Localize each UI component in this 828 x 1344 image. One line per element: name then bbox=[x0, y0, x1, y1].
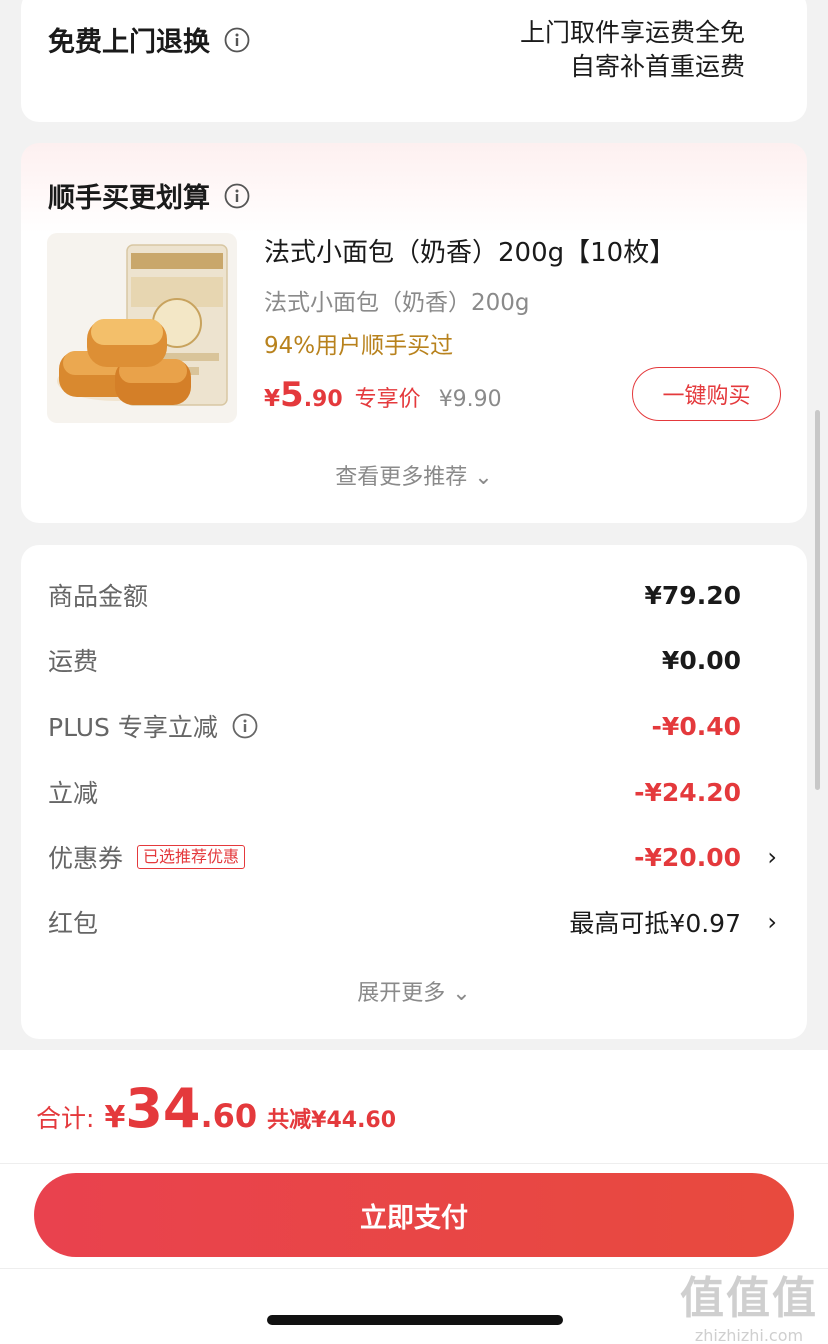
summary-row-shipping: 运费 ¥0.00 bbox=[48, 640, 777, 680]
bundle-recommendation-card: 顺手买更划算 法式小面包（奶香）200g【10枚】 法式小面包（奶香）200g … bbox=[21, 143, 807, 523]
summary-row-plus-discount: PLUS 专享立减 -¥0.40 bbox=[48, 706, 777, 746]
info-icon[interactable] bbox=[224, 27, 250, 53]
summary-label-text: PLUS 专享立减 bbox=[48, 713, 218, 742]
price-currency: ¥ bbox=[264, 386, 281, 412]
product-image[interactable] bbox=[47, 233, 237, 423]
view-more-recommendations[interactable]: 查看更多推荐 ⌄ bbox=[21, 459, 807, 491]
home-indicator[interactable] bbox=[267, 1315, 563, 1325]
summary-row-goods-amount: 商品金额 ¥79.20 bbox=[48, 575, 777, 615]
total-saved: 共减¥44.60 bbox=[267, 1108, 397, 1133]
total-label: 合计: bbox=[36, 1104, 95, 1133]
summary-row-instant-discount: 立减 -¥24.20 bbox=[48, 772, 777, 812]
one-click-buy-button[interactable]: 一键购买 bbox=[632, 367, 781, 421]
exclusive-price-label: 专享价 bbox=[354, 387, 421, 412]
summary-value: -¥0.40 bbox=[651, 711, 741, 741]
summary-label: PLUS 专享立减 bbox=[48, 708, 258, 744]
watermark-url: zhizhizhi.com bbox=[694, 1326, 804, 1344]
summary-label: 立减 bbox=[48, 779, 99, 808]
summary-row-coupon[interactable]: 优惠券 已选推荐优惠 -¥20.00 › bbox=[48, 837, 777, 877]
summary-label-text: 优惠券 bbox=[48, 844, 124, 873]
product-name[interactable]: 法式小面包（奶香）200g【10枚】 bbox=[264, 232, 675, 269]
total-decimal: .60 bbox=[200, 1097, 258, 1135]
price-decimal: .90 bbox=[303, 387, 343, 412]
summary-value: -¥20.00 bbox=[634, 842, 741, 872]
original-price: ¥9.90 bbox=[438, 387, 502, 412]
total-currency: ¥ bbox=[104, 1100, 126, 1135]
scrollbar[interactable] bbox=[815, 410, 820, 790]
summary-value: ¥79.20 bbox=[644, 580, 741, 610]
summary-label: 优惠券 已选推荐优惠 bbox=[48, 839, 246, 875]
summary-row-red-packet[interactable]: 红包 最高可抵¥0.97 › bbox=[48, 902, 777, 942]
total-integer: 34 bbox=[125, 1077, 201, 1140]
return-desc-line-1: 上门取件享运费全免 bbox=[519, 18, 745, 47]
info-icon[interactable] bbox=[224, 183, 250, 209]
return-service-title-text: 免费上门退换 bbox=[48, 27, 210, 58]
summary-label: 运费 bbox=[48, 647, 99, 676]
return-service-card: 免费上门退换 上门取件享运费全免 自寄补首重运费 bbox=[21, 0, 807, 122]
product-subtitle: 法式小面包（奶香）200g bbox=[264, 290, 530, 316]
bundle-title: 顺手买更划算 bbox=[48, 176, 250, 215]
summary-value: 最高可抵¥0.97 bbox=[569, 909, 741, 938]
info-icon[interactable] bbox=[232, 713, 258, 739]
chevron-right-icon[interactable]: › bbox=[767, 843, 777, 871]
watermark-logo: 值值值 zhizhizhi.com bbox=[680, 1262, 818, 1344]
watermark-glyphs: 值值值 bbox=[680, 1273, 818, 1324]
price-summary-card: 商品金额 ¥79.20 运费 ¥0.00 PLUS 专享立减 -¥0.40 立减… bbox=[21, 545, 807, 1039]
price-integer: 5 bbox=[280, 375, 304, 415]
product-purchase-tag: 94%用户顺手买过 bbox=[264, 333, 454, 359]
chevron-right-icon[interactable]: › bbox=[767, 908, 777, 936]
coupon-selected-badge: 已选推荐优惠 bbox=[137, 845, 246, 869]
return-service-title: 免费上门退换 bbox=[48, 20, 250, 59]
divider bbox=[0, 1163, 828, 1164]
return-desc-line-2: 自寄补首重运费 bbox=[569, 52, 745, 81]
summary-label: 红包 bbox=[48, 909, 99, 938]
total-row: 合计: ¥ 34 .60 共减¥44.60 bbox=[36, 1077, 396, 1140]
expand-more-button[interactable]: 展开更多 ⌄ bbox=[21, 975, 807, 1007]
return-service-description: 上门取件享运费全免 自寄补首重运费 bbox=[520, 16, 745, 84]
pay-now-button[interactable]: 立即支付 bbox=[34, 1173, 794, 1257]
summary-label: 商品金额 bbox=[48, 582, 149, 611]
product-price-row: ¥ 5 .90 专享价 ¥9.90 bbox=[264, 375, 502, 415]
bundle-title-text: 顺手买更划算 bbox=[48, 183, 210, 214]
summary-value: -¥24.20 bbox=[634, 777, 741, 807]
summary-value: ¥0.00 bbox=[661, 645, 741, 675]
